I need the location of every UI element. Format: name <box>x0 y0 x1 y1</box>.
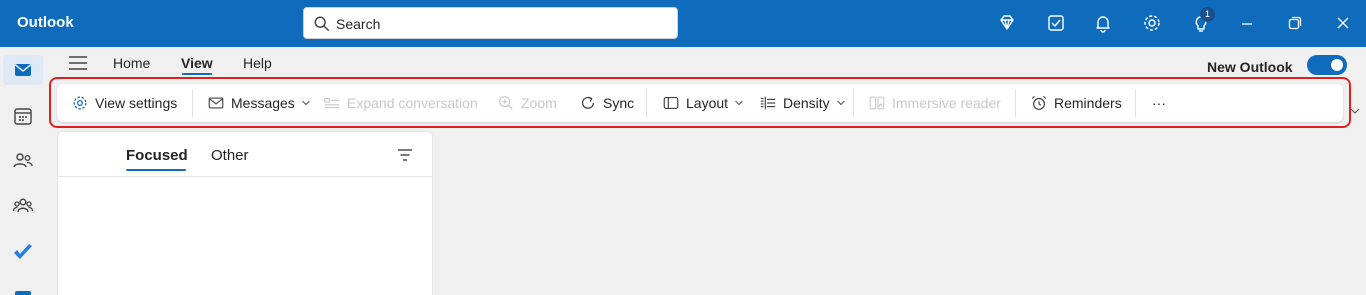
new-outlook-toggle[interactable] <box>1307 55 1347 75</box>
filter-icon[interactable] <box>396 147 414 163</box>
groups-icon[interactable] <box>11 194 35 218</box>
settings-gear-icon[interactable] <box>1141 12 1163 34</box>
notifications-bell-icon[interactable] <box>1092 12 1114 34</box>
tab-view[interactable]: View <box>181 55 213 71</box>
close-icon[interactable] <box>1332 12 1354 34</box>
ribbon-highlight-box <box>49 77 1351 128</box>
premium-diamond-icon[interactable] <box>996 12 1018 34</box>
tab-help[interactable]: Help <box>243 55 272 71</box>
tab-focused[interactable]: Focused <box>126 147 188 164</box>
todo-check-icon[interactable] <box>11 240 35 264</box>
apps-icon[interactable] <box>11 285 35 295</box>
tab-home[interactable]: Home <box>113 55 150 71</box>
ribbon-collapse-chevron-icon[interactable] <box>1349 106 1361 116</box>
app-title: Outlook <box>17 14 74 31</box>
search-box[interactable]: Search <box>303 7 678 39</box>
people-icon[interactable] <box>11 148 35 172</box>
new-outlook-label: New Outlook <box>1207 59 1293 75</box>
search-placeholder: Search <box>336 16 381 32</box>
hamburger-menu-icon[interactable] <box>68 55 88 71</box>
restore-icon[interactable] <box>1284 12 1306 34</box>
toggle-knob <box>1331 59 1343 71</box>
calendar-icon[interactable] <box>11 104 35 128</box>
search-icon <box>314 16 330 32</box>
message-list-pane: Focused Other <box>57 131 433 295</box>
left-rail <box>0 47 46 295</box>
mail-icon[interactable] <box>11 58 35 82</box>
focused-tab-indicator <box>126 169 186 171</box>
active-tab-indicator <box>182 73 212 75</box>
tab-other[interactable]: Other <box>211 147 249 164</box>
menu-bar: Home View Help New Outlook <box>46 47 1366 79</box>
tips-badge: 1 <box>1200 7 1215 22</box>
minimize-icon[interactable] <box>1236 12 1258 34</box>
pane-divider <box>58 176 433 177</box>
title-bar: Outlook Search 1 <box>0 0 1366 47</box>
my-day-icon[interactable] <box>1045 12 1067 34</box>
